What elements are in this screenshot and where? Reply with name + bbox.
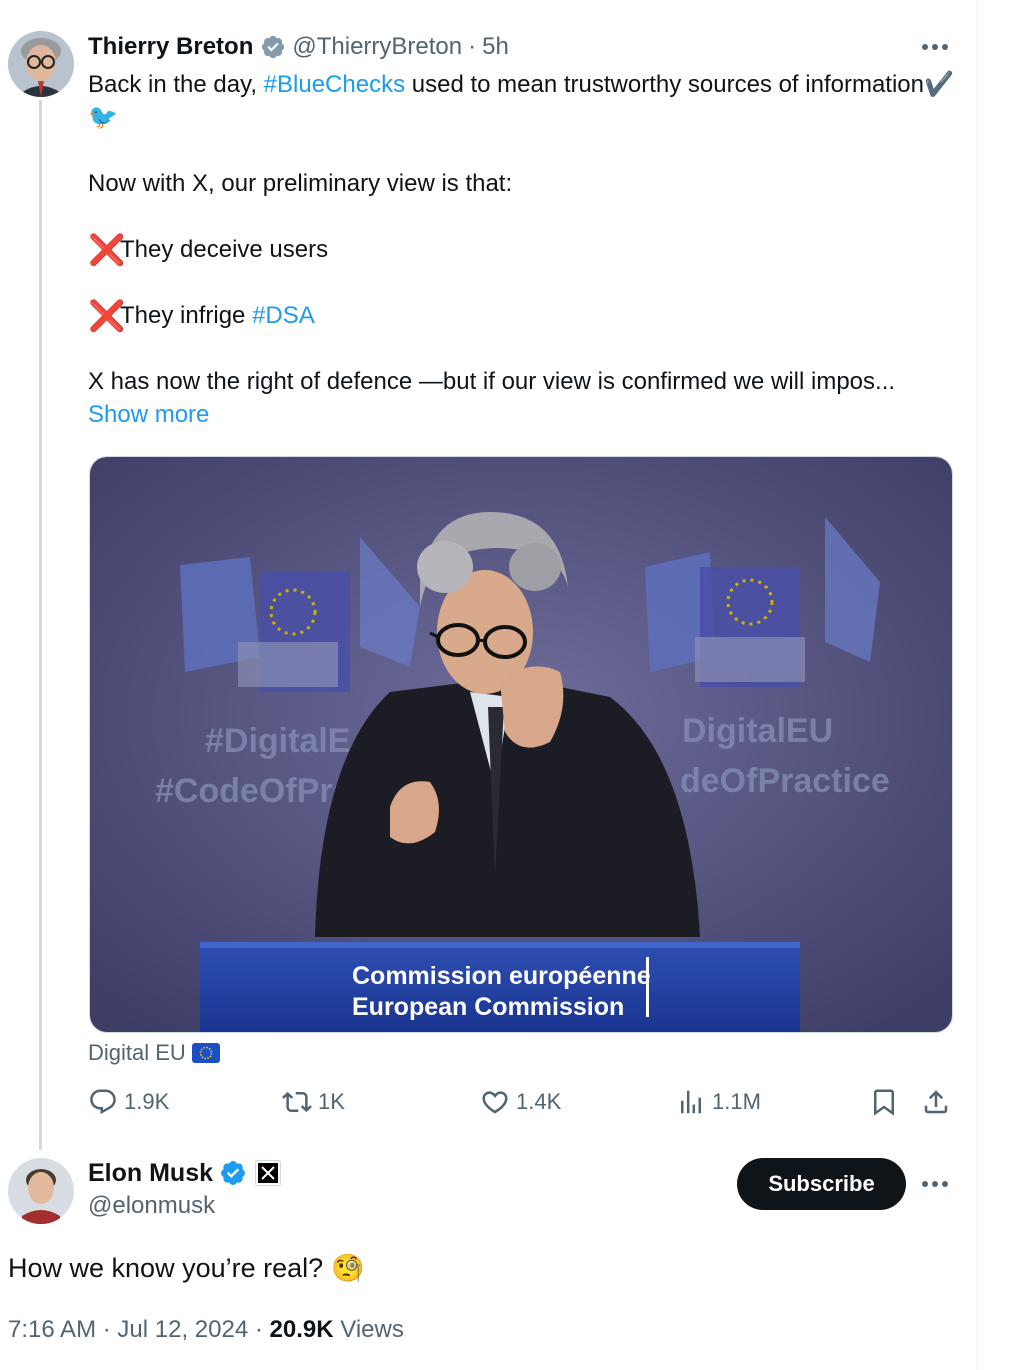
podium-text-1: Commission européenne: [352, 962, 651, 990]
text-segment: They infrige: [120, 302, 253, 329]
column-border: [977, 0, 978, 1370]
avatar-thierry-breton[interactable]: [8, 31, 74, 97]
wall-text-left-2: #CodeOfPra: [155, 772, 353, 810]
post-text: Back in the day, #BlueChecks used to mea…: [88, 68, 958, 431]
views-icon: [681, 1090, 701, 1114]
post-header: Thierry Breton @ThierryBreton · 5h: [88, 30, 509, 64]
text-segment: Back in the day,: [88, 71, 264, 98]
author-name[interactable]: Thierry Breton: [88, 33, 253, 61]
like-button[interactable]: 1.4K: [480, 1084, 561, 1120]
eu-flag-icon: [191, 1043, 220, 1063]
verified-badge-icon: [262, 35, 285, 59]
monocle-emoji: 🧐: [331, 1253, 365, 1283]
avatar-elon-musk[interactable]: [8, 1158, 74, 1224]
hashtag-bluechecks[interactable]: #BlueChecks: [264, 71, 405, 98]
reply-count: 1.9K: [124, 1089, 170, 1114]
media-caption[interactable]: Digital EU: [88, 1040, 220, 1066]
x-logo-icon: [255, 1160, 282, 1186]
repost-count: 1K: [318, 1089, 345, 1114]
text-segment: They deceive users: [120, 236, 329, 263]
reply-author-name[interactable]: Elon Musk: [88, 1159, 213, 1188]
reply-views-count: 20.9K: [269, 1316, 334, 1343]
wall-text-right-2: deOfPractice: [680, 762, 890, 800]
reply-icon: [90, 1089, 116, 1115]
more-icon[interactable]: [921, 43, 949, 51]
bookmark-button[interactable]: [869, 1084, 905, 1120]
reply-views-label: Views: [340, 1316, 404, 1343]
reply-date[interactable]: Jul 12, 2024: [117, 1316, 248, 1343]
thread-connector-line: [39, 100, 42, 1150]
share-icon: [924, 1090, 948, 1114]
repost-icon: [282, 1091, 312, 1113]
subscribe-button[interactable]: Subscribe: [737, 1158, 906, 1210]
hashtag-dsa[interactable]: #DSA: [252, 302, 315, 329]
repost-button[interactable]: 1K: [282, 1084, 345, 1120]
media-caption-text: Digital EU: [88, 1040, 186, 1065]
text-segment: used to mean trustworthy sources of info…: [405, 71, 924, 98]
reply-text-content: How we know you’re real?: [8, 1252, 324, 1283]
like-count: 1.4K: [516, 1089, 562, 1114]
reply-button[interactable]: 1.9K: [88, 1084, 169, 1120]
text-line: X has now the right of defence —but if o…: [88, 368, 896, 395]
reply-header: Elon Musk @elonmusk: [88, 1156, 282, 1220]
post-action-bar: 1.9K 1K 1.4K 1.1M: [0, 1084, 977, 1120]
reply-author-handle[interactable]: @elonmusk: [88, 1192, 281, 1220]
meta-separator: ·: [254, 1316, 263, 1343]
show-more-link[interactable]: Show more: [88, 398, 958, 431]
more-icon[interactable]: [921, 1180, 949, 1188]
time-separator: ·: [468, 33, 477, 60]
verified-badge-icon: [221, 1161, 245, 1185]
cross-mark-icon: ❌: [88, 300, 126, 333]
reply-time[interactable]: 7:16 AM: [8, 1316, 96, 1343]
wall-text-left-1: #DigitalE: [205, 722, 350, 760]
wall-text-right-1: DigitalEU: [682, 712, 833, 750]
views-button[interactable]: 1.1M: [676, 1084, 761, 1120]
text-line: Now with X, our preliminary view is that…: [88, 170, 513, 197]
podium-text-2: European Commission: [352, 993, 624, 1021]
bookmark-icon: [874, 1089, 894, 1116]
share-button[interactable]: [921, 1084, 957, 1120]
like-icon: [482, 1091, 508, 1114]
views-count: 1.1M: [712, 1089, 761, 1114]
meta-separator: ·: [102, 1316, 111, 1343]
post-media-image[interactable]: #DigitalE #CodeOfPra DigitalEU deOfPract…: [89, 456, 953, 1033]
cross-mark-icon: ❌: [88, 234, 126, 267]
post-time[interactable]: 5h: [482, 33, 509, 61]
author-handle[interactable]: @ThierryBreton: [292, 33, 462, 61]
reply-text: How we know you’re real? 🧐: [8, 1252, 365, 1284]
reply-meta: 7:16 AM · Jul 12, 2024 · 20.9K Views: [8, 1316, 404, 1344]
